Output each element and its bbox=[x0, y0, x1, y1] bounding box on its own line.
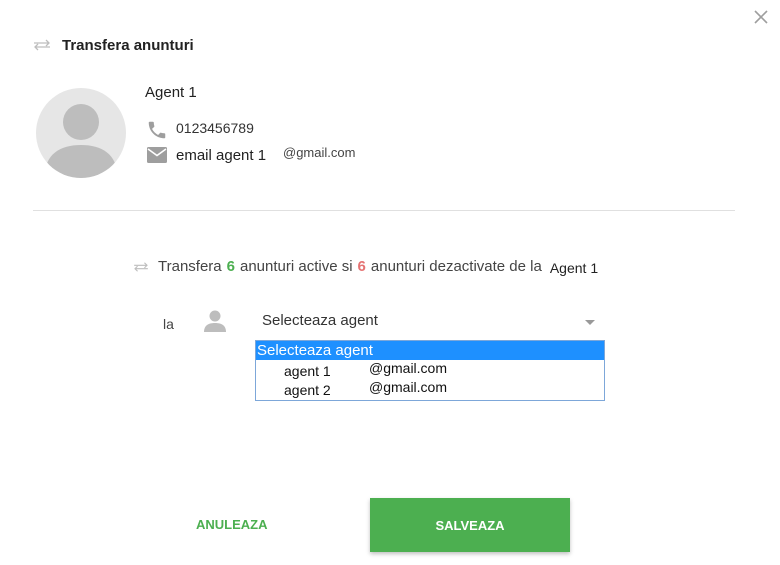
option-agent-email: @gmail.com bbox=[369, 360, 448, 376]
inactive-count: 6 bbox=[357, 258, 366, 275]
dialog-title: Transfera anunturi bbox=[62, 37, 194, 54]
inactive-label: anunturi dezactivate de la bbox=[370, 258, 542, 275]
avatar bbox=[36, 88, 126, 178]
active-count: 6 bbox=[226, 258, 235, 275]
transfer-arrows-icon bbox=[134, 261, 148, 272]
dropdown-option-agent-1[interactable]: agent 1 @gmail.com bbox=[256, 360, 604, 379]
divider bbox=[33, 210, 735, 211]
agent-email-local: email agent 1 bbox=[176, 147, 267, 164]
agent-select[interactable]: Selecteaza agent bbox=[262, 312, 378, 329]
cancel-button[interactable]: ANULEAZA bbox=[196, 517, 268, 532]
agent-name: Agent 1 bbox=[145, 84, 197, 101]
agent-email-domain: @gmail.com bbox=[283, 145, 356, 160]
from-agent: Agent 1 bbox=[549, 259, 599, 276]
agent-dropdown-list[interactable]: Selecteaza agent agent 1 @gmail.com agen… bbox=[255, 340, 605, 401]
option-agent-name: agent 1 bbox=[284, 363, 331, 379]
mail-icon bbox=[147, 147, 167, 163]
user-silhouette-icon bbox=[44, 104, 118, 178]
transfer-arrows-icon bbox=[34, 39, 50, 51]
close-icon[interactable] bbox=[752, 8, 770, 26]
transfer-prefix: Transfera bbox=[158, 258, 222, 275]
la-label: la bbox=[163, 316, 174, 332]
option-agent-name: agent 2 bbox=[284, 382, 331, 398]
agent-phone: 0123456789 bbox=[176, 120, 254, 136]
option-agent-email: @gmail.com bbox=[369, 379, 448, 395]
chevron-down-icon[interactable] bbox=[585, 320, 595, 325]
save-button[interactable]: SALVEAZA bbox=[370, 498, 570, 552]
active-label: anunturi active si bbox=[239, 258, 353, 275]
dropdown-option-placeholder[interactable]: Selecteaza agent bbox=[256, 341, 604, 360]
transfer-summary: Transfera 6 anunturi active si 6 anuntur… bbox=[132, 258, 599, 276]
dropdown-option-agent-2[interactable]: agent 2 @gmail.com bbox=[256, 379, 604, 398]
phone-icon bbox=[148, 121, 166, 139]
person-icon bbox=[204, 310, 226, 332]
